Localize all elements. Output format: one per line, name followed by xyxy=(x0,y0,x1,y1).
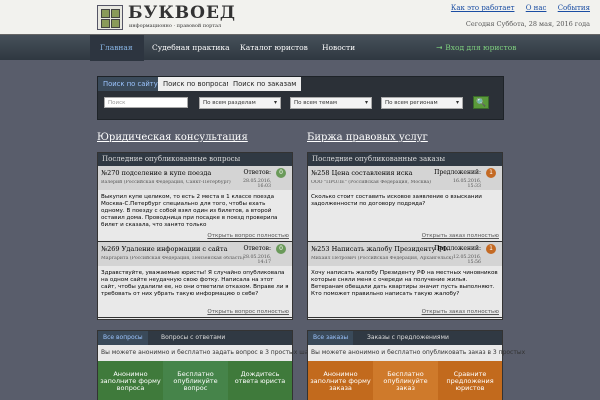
site-logo-text[interactable]: БУКВОЕД xyxy=(128,3,236,23)
question-author: Валерий (Российская Федерация, Санкт-Пет… xyxy=(101,180,231,185)
place-order-panel: Все заказы Заказы с предложениями Вы мож… xyxy=(307,330,525,400)
step-publish-order[interactable]: Бесплатно опубликуйте заказ xyxy=(373,361,438,400)
open-question-link[interactable]: Открыть вопрос полностью xyxy=(207,233,289,239)
latest-questions-panel: Последние опубликованные вопросы №270 по… xyxy=(97,152,293,320)
answers-count-badge: 0 xyxy=(276,168,286,178)
offers-label: Предложений: xyxy=(434,245,481,252)
topic-select[interactable]: По всем темам xyxy=(290,97,372,109)
step-wait-answer[interactable]: Дождитесь ответа юриста xyxy=(228,361,292,400)
lawyer-login-link[interactable]: ⇥ Вход для юристов xyxy=(436,43,519,52)
lawyer-login-label: Вход для юристов xyxy=(445,43,517,52)
latest-orders-panel: Последние опубликованные заказы №258 Цен… xyxy=(307,152,503,320)
question-filter-tabs: Все вопросы Вопросы с ответами xyxy=(98,331,292,345)
link-about[interactable]: О нас xyxy=(526,4,547,12)
step-fill-order-form[interactable]: Анонимно заполните форму заказа xyxy=(308,361,373,400)
offers-count-badge: 1 xyxy=(486,244,496,254)
question-text: Выкупил купе целиком, то есть 2 места в … xyxy=(101,194,278,228)
question-date: 28.05.2016, 16:03 xyxy=(243,179,272,189)
question-title[interactable]: №269 Удаление информации с сайта xyxy=(101,245,227,253)
question-title[interactable]: №270 подселение в купе поезда xyxy=(101,169,211,177)
site-header: БУКВОЕД информационно · правовой портал … xyxy=(0,0,600,34)
search-input[interactable]: Поиск xyxy=(104,97,188,108)
order-date: 16.05.2016, 15:33 xyxy=(453,179,482,189)
tab-search-questions[interactable]: Поиск по вопросам xyxy=(158,77,237,91)
legal-consultation-title[interactable]: Юридическая консультация xyxy=(97,132,248,143)
tab-orders-with-offers[interactable]: Заказы с предложениями xyxy=(362,331,454,345)
latest-questions-heading: Последние опубликованные вопросы xyxy=(98,153,292,166)
question-author: Маргарита (Российская Федерация, Пензенс… xyxy=(101,256,245,261)
open-order-link[interactable]: Открыть заказ полностью xyxy=(422,309,499,315)
step-publish-question[interactable]: Бесплатно опубликуйте вопрос xyxy=(163,361,228,400)
nav-item-court-practice[interactable]: Судебная практика xyxy=(152,43,230,52)
search-icon: 🔍 xyxy=(476,98,486,107)
open-question-link[interactable]: Открыть вопрос полностью xyxy=(207,309,289,315)
order-intro-text: Вы можете анонимно и бесплатно опубликов… xyxy=(311,349,526,356)
list-item: №269 Удаление информации с сайта Маргари… xyxy=(98,242,292,318)
list-item: №270 подселение в купе поезда Валерий (Р… xyxy=(98,166,292,242)
nav-item-home[interactable]: Главная xyxy=(100,43,133,52)
region-select[interactable]: По всем регионам xyxy=(381,97,463,109)
link-how-it-works[interactable]: Как это работает xyxy=(451,4,515,12)
link-events[interactable]: События xyxy=(558,4,590,12)
main-nav: Главная Судебная практика Каталог юристо… xyxy=(0,34,600,61)
answers-label: Ответов: xyxy=(243,245,272,252)
current-date: Сегодня Суббота, 28 мая, 2016 года xyxy=(465,20,590,28)
tab-search-orders[interactable]: Поиск по заказам xyxy=(228,77,302,91)
list-item: №258 Цена составления иска ООО "ПРОЛЕ" (… xyxy=(308,166,502,242)
tab-all-questions[interactable]: Все вопросы xyxy=(98,331,148,345)
question-text: Здравствуйте, уважаемые юристы! Я случай… xyxy=(101,270,289,297)
tab-all-orders[interactable]: Все заказы xyxy=(308,331,354,345)
nav-item-news[interactable]: Новости xyxy=(322,43,355,52)
section-select[interactable]: По всем разделам xyxy=(199,97,281,109)
question-date: 28.05.2016, 14:17 xyxy=(243,255,272,265)
open-order-link[interactable]: Открыть заказ полностью xyxy=(422,233,499,239)
offers-count-badge: 1 xyxy=(486,168,496,178)
ask-intro-text: Вы можете анонимно и бесплатно задать во… xyxy=(101,349,318,356)
order-filter-tabs: Все заказы Заказы с предложениями xyxy=(308,331,502,345)
order-title[interactable]: №258 Цена составления иска xyxy=(311,169,412,177)
order-text: Сколько стоит составить исковое заявлени… xyxy=(311,194,482,207)
nav-item-lawyer-catalog[interactable]: Каталог юристов xyxy=(240,43,308,52)
order-text: Хочу написать жалобу Президенту РФ на ме… xyxy=(311,270,498,297)
order-author: Михаил Петрович (Российская Федерация, А… xyxy=(311,256,454,261)
logo-icon[interactable] xyxy=(97,5,123,30)
offers-label: Предложений: xyxy=(434,169,481,176)
top-links: Как это работает О нас События xyxy=(442,4,590,12)
search-button[interactable]: 🔍 xyxy=(473,96,489,109)
answers-count-badge: 0 xyxy=(276,244,286,254)
latest-orders-heading: Последние опубликованные заказы xyxy=(308,153,502,166)
step-fill-question-form[interactable]: Анонимно заполните форму вопроса xyxy=(98,361,163,400)
search-panel: Поиск по сайту Поиск по вопросам Поиск п… xyxy=(97,76,504,120)
order-title[interactable]: №253 Написать жалобу Президенту РФ xyxy=(311,245,447,253)
site-tagline: информационно · правовой портал xyxy=(129,23,222,29)
login-icon: ⇥ xyxy=(436,43,443,52)
step-compare-offers[interactable]: Сравните предложения юристов xyxy=(438,361,502,400)
legal-exchange-title[interactable]: Биржа правовых услуг xyxy=(307,132,428,143)
tab-answered-questions[interactable]: Вопросы с ответами xyxy=(156,331,230,345)
order-date: 12.05.2016, 15:56 xyxy=(453,255,482,265)
list-item: №253 Написать жалобу Президенту РФ Михаи… xyxy=(308,242,502,318)
order-author: ООО "ПРОЛЕ" (Российская Федерация, Москв… xyxy=(311,180,431,185)
answers-label: Ответов: xyxy=(243,169,272,176)
tab-search-site[interactable]: Поиск по сайту xyxy=(98,77,163,91)
ask-question-panel: Все вопросы Вопросы с ответами Вы можете… xyxy=(97,330,317,400)
